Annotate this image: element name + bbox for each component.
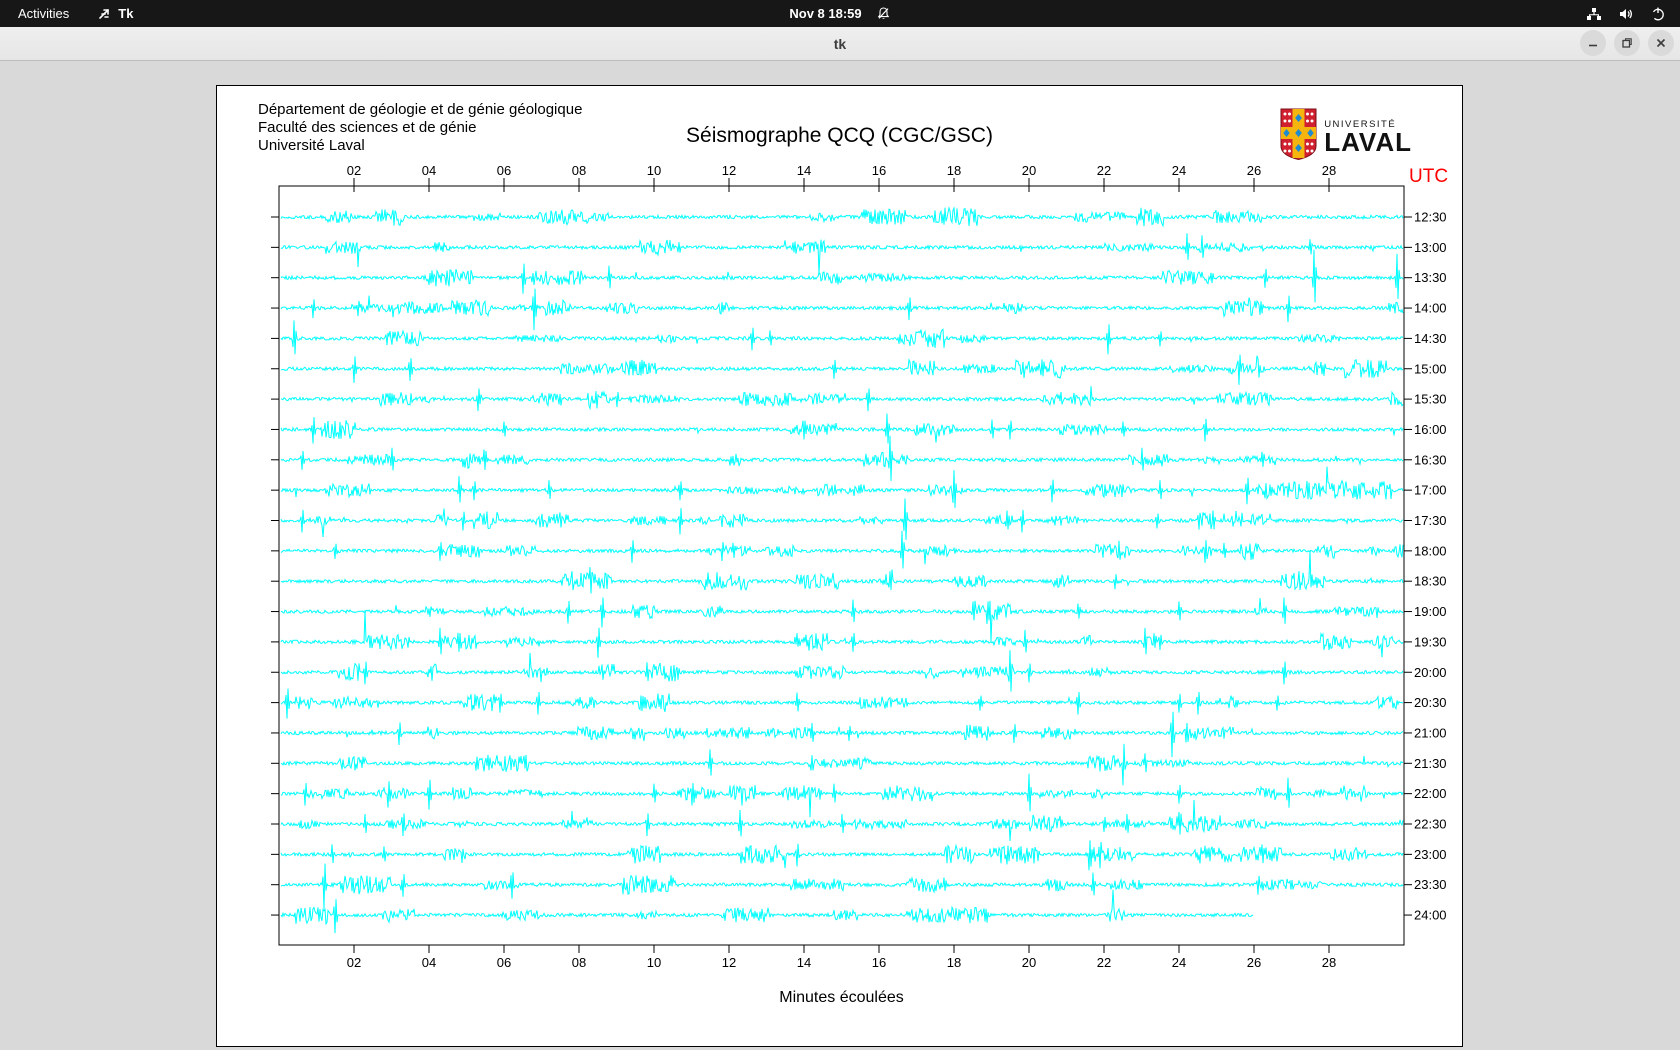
x-tick-label-bottom: 26 [1247,955,1261,970]
seismo-trace [281,208,1403,227]
x-tick-label-top: 16 [872,163,886,178]
time-label: 20:30 [1414,695,1447,710]
time-label: 12:30 [1414,210,1447,225]
time-label: 24:00 [1414,908,1447,923]
time-label: 21:00 [1414,725,1447,740]
x-tick-label-bottom: 18 [947,955,961,970]
x-tick-label-bottom: 04 [422,955,436,970]
x-tick-label-top: 24 [1172,163,1186,178]
time-label: 22:00 [1414,786,1447,801]
seismo-trace [281,499,1403,540]
x-tick-label-top: 14 [797,163,811,178]
seismo-trace [281,712,1403,757]
x-tick-label-bottom: 28 [1322,955,1336,970]
seismo-trace [281,550,1403,593]
time-label: 17:30 [1414,513,1447,528]
seismo-trace [281,289,1403,330]
time-label: 17:00 [1414,483,1447,498]
gnome-top-bar: Activities Tk Nov 8 [0,0,1680,27]
seismo-trace [281,233,1403,274]
network-wired-icon [1586,6,1602,22]
seismo-trace [281,598,1403,643]
power-icon [1650,6,1666,22]
time-label: 23:30 [1414,877,1447,892]
seismo-trace [281,355,1403,385]
seismo-trace [281,610,1403,658]
seismo-trace [281,414,1403,444]
system-tray[interactable] [1586,0,1666,27]
x-tick-label-top: 06 [497,163,511,178]
seismo-trace [281,467,1403,508]
notifications-disabled-icon [876,6,891,21]
tk-app-background: Département de géologie et de génie géol… [0,61,1680,1050]
time-label: 20:00 [1414,665,1447,680]
close-button[interactable] [1648,30,1674,56]
seismo-trace [281,650,1403,691]
seismo-trace [281,890,1253,933]
time-label: 14:00 [1414,301,1447,316]
utc-label: UTC [1409,166,1448,187]
x-axis-label: Minutes écoulées [779,989,904,1006]
seismo-trace [281,436,1403,481]
seismo-trace [281,531,1403,569]
seismo-trace [281,386,1403,411]
seismo-trace [281,774,1403,818]
clock-label: Nov 8 18:59 [789,6,861,21]
window-title: tk [0,27,1680,60]
time-label: 18:30 [1414,574,1447,589]
desktop-screen: Activities Tk Nov 8 [0,0,1680,1050]
time-label: 13:00 [1414,240,1447,255]
time-label: 19:30 [1414,634,1447,649]
x-tick-label-bottom: 08 [572,955,586,970]
x-tick-label-top: 08 [572,163,586,178]
x-tick-label-bottom: 24 [1172,955,1186,970]
time-label: 13:30 [1414,270,1447,285]
x-tick-label-bottom: 16 [872,955,886,970]
x-tick-label-top: 20 [1022,163,1036,178]
x-tick-label-bottom: 06 [497,955,511,970]
seismo-trace [281,840,1403,870]
time-label: 16:00 [1414,422,1447,437]
time-label: 15:00 [1414,361,1447,376]
window-title-bar[interactable]: tk [0,27,1680,61]
time-label: 16:30 [1414,452,1447,467]
x-tick-label-bottom: 14 [797,955,811,970]
volume-icon [1618,6,1634,22]
x-tick-label-top: 28 [1322,163,1336,178]
x-tick-label-top: 04 [422,163,436,178]
x-tick-label-bottom: 20 [1022,955,1036,970]
x-tick-label-top: 26 [1247,163,1261,178]
seismograph-plot: 02 02 04 04 06 06 08 08 10 10 12 12 14 14 16 16 18 18 20 20… [217,86,1462,1046]
x-tick-label-bottom: 10 [647,955,661,970]
x-tick-label-top: 22 [1097,163,1111,178]
x-tick-label-top: 10 [647,163,661,178]
plot-border [279,186,1404,945]
maximize-button[interactable] [1614,30,1640,56]
time-label: 15:30 [1414,392,1447,407]
time-label: 14:30 [1414,331,1447,346]
minimize-button[interactable] [1580,30,1606,56]
seismo-trace [281,800,1403,841]
x-tick-label-top: 02 [347,163,361,178]
clock-button[interactable]: Nov 8 18:59 [0,0,1680,27]
x-tick-label-bottom: 12 [722,955,736,970]
seismo-trace [281,250,1403,303]
seismo-trace [281,689,1403,719]
x-tick-label-top: 12 [722,163,736,178]
time-label: 23:00 [1414,847,1447,862]
x-tick-label-bottom: 22 [1097,955,1111,970]
seismo-trace [281,864,1403,909]
time-label: 18:00 [1414,543,1447,558]
x-tick-label-bottom: 02 [347,955,361,970]
time-label: 22:30 [1414,817,1447,832]
time-label: 19:00 [1414,604,1447,619]
seismo-trace [281,744,1403,785]
x-tick-label-top: 18 [947,163,961,178]
seismo-trace [281,320,1403,354]
seismograph-canvas: Département de géologie et de génie géol… [216,85,1463,1047]
time-label: 21:30 [1414,756,1447,771]
